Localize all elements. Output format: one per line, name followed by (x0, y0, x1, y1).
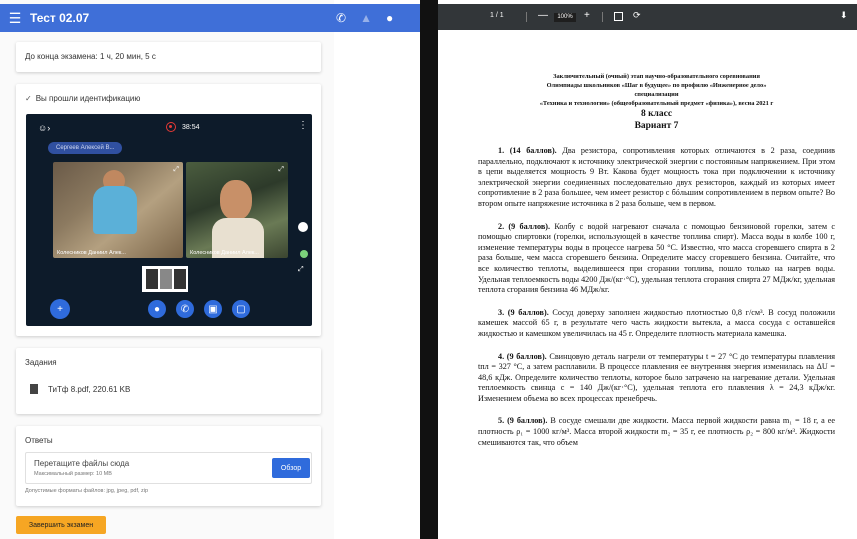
fit-page-icon[interactable] (614, 12, 623, 21)
video-tile-1[interactable]: ⤢ Колесников Даниил Алек... (53, 162, 183, 258)
doc-header-line: специализации (634, 91, 679, 98)
task-paragraph: 1. (14 баллов). Два резистора, сопротивл… (478, 146, 835, 210)
file-dropzone[interactable]: Перетащите файлы сюда Максимальный разме… (25, 452, 312, 484)
app-bar: ☰ Тест 02.07 ✆ ▲ ● (0, 4, 420, 32)
file-icon (30, 384, 38, 394)
tile-name: Колесников Даниил Алек... (57, 250, 126, 256)
task-file[interactable]: ТиТф 8.pdf, 220.61 KB (30, 384, 130, 394)
task-head: 3. (9 баллов). (498, 307, 549, 317)
video-header: ☺› 38:54 ⋮ (26, 114, 312, 142)
zoom-out-icon[interactable]: — (538, 10, 548, 21)
microphone-button[interactable]: ● (148, 300, 166, 318)
identification-text: Вы прошли идентификацию (35, 94, 141, 103)
participant-head (220, 180, 252, 220)
exam-timer: До конца экзамена: 1 ч, 20 мин, 5 с (25, 52, 156, 61)
task-head: 2. (9 баллов). (498, 221, 551, 231)
task-head: 4. (9 баллов). (498, 351, 547, 361)
expand-icon[interactable]: ⤢ (278, 166, 284, 174)
expand-icon[interactable]: ⤢ (173, 166, 179, 174)
variant-title: Вариант 7 (634, 121, 679, 131)
pdf-toolbar: 1 / 1 — 100% + ⟳ ⬇ (438, 4, 857, 30)
more-options-icon[interactable]: ⋮ (298, 120, 308, 131)
task-paragraph: 4. (9 баллов). Свинцовую деталь нагрели … (478, 352, 835, 405)
doc-header-line: «Техника и технологии» (общеобразователь… (539, 100, 774, 107)
thumbnail-item (160, 269, 172, 289)
appbar-icons: ✆ ▲ ● (336, 4, 393, 32)
grade-title: 8 класс (640, 109, 673, 119)
task-paragraph: 2. (9 баллов). Колбу с водой нагревают с… (478, 222, 835, 296)
rotate-icon[interactable] (298, 222, 308, 232)
task-file-name[interactable]: ТиТф 8.pdf, 220.61 KB (48, 385, 130, 394)
finish-exam-button[interactable]: Завершить экзамен (16, 516, 106, 534)
account-icon[interactable]: ● (386, 11, 393, 25)
camera-button[interactable]: ▣ (204, 300, 222, 318)
timer-card: До конца экзамена: 1 ч, 20 мин, 5 с (16, 42, 321, 72)
recording-icon (166, 122, 176, 132)
answers-card: Ответы Перетащите файлы сюда Максимальны… (16, 426, 321, 506)
thumbnail-item (146, 269, 158, 289)
add-button[interactable]: + (50, 299, 70, 319)
zoom-in-icon[interactable]: + (584, 10, 590, 21)
divider (602, 12, 603, 22)
answers-title: Ответы (25, 436, 53, 445)
page-title: Тест 02.07 (30, 11, 90, 25)
identification-card: ✓ Вы прошли идентификацию ☺› 38:54 ⋮ Сер… (16, 84, 321, 336)
expand-icon[interactable]: ⤢ (298, 266, 304, 274)
participants-icon[interactable]: ☺› (38, 123, 50, 133)
presenter-chip[interactable]: Сергеев Алексей В... (48, 142, 123, 154)
phone-button[interactable]: ✆ (176, 300, 194, 318)
bell-icon[interactable]: ▲ (360, 11, 372, 25)
exam-app-pane: До конца экзамена: 1 ч, 20 мин, 5 с ✓ Вы… (0, 0, 334, 539)
phone-icon[interactable]: ✆ (336, 11, 346, 25)
window-border (420, 0, 438, 539)
doc-header-line: Олимпиады школьников «Шаг в будущее» по … (546, 82, 767, 89)
task-head: 1. (14 баллов). (498, 146, 557, 155)
task-text: Два резистора, сопротивления которых отл… (478, 146, 836, 208)
pdf-viewer: 1 / 1 — 100% + ⟳ ⬇ Заключительный (очный… (438, 0, 857, 539)
max-size-text: Максимальный размер: 10 MB (34, 471, 112, 477)
tasks-title: Задания (25, 358, 57, 367)
gap (334, 0, 424, 539)
video-tile-2[interactable]: ⤢ Колесников Даниил Алек... (186, 162, 288, 258)
tasks-card: Задания ТиТф 8.pdf, 220.61 KB (16, 348, 321, 414)
screen-share-button[interactable]: ▢ (232, 300, 250, 318)
zoom-level[interactable]: 100% (554, 13, 576, 22)
download-icon[interactable]: ⬇ (840, 10, 848, 21)
screen-share-thumbnail[interactable] (142, 266, 188, 292)
check-icon: ✓ (25, 94, 32, 103)
dropzone-text: Перетащите файлы сюда (34, 459, 130, 468)
divider (526, 12, 527, 22)
task-paragraph: 3. (9 баллов). Сосуд доверху заполнен жи… (478, 308, 835, 340)
tile-name: Колесников Даниил Алек... (190, 250, 259, 256)
task-paragraph: 5. (9 баллов). В сосуде смешали две жидк… (478, 416, 835, 448)
task-head: 5. (9 баллов). (498, 416, 548, 426)
participant-body (93, 186, 137, 234)
task-text: Колбу с водой нагревают сначала с помощь… (478, 221, 835, 295)
doc-header-line: Заключительный (очный) этап научно-образ… (553, 73, 760, 80)
video-conference: ☺› 38:54 ⋮ Сергеев Алексей В... ⤢ Колесн… (26, 114, 312, 326)
allowed-formats: Допустимые форматы файлов: jpg, jpeg, pd… (25, 488, 149, 494)
status-indicator-icon (300, 250, 308, 258)
menu-icon[interactable]: ☰ (0, 10, 30, 27)
browse-button[interactable]: Обзор (272, 458, 310, 478)
rotate-icon[interactable]: ⟳ (633, 10, 641, 21)
page-indicator[interactable]: 1 / 1 (490, 12, 504, 19)
thumbnail-item (174, 269, 186, 289)
identification-status: ✓ Вы прошли идентификацию (25, 94, 140, 103)
recording-time: 38:54 (182, 124, 200, 131)
pdf-page: Заключительный (очный) этап научно-образ… (438, 30, 857, 539)
